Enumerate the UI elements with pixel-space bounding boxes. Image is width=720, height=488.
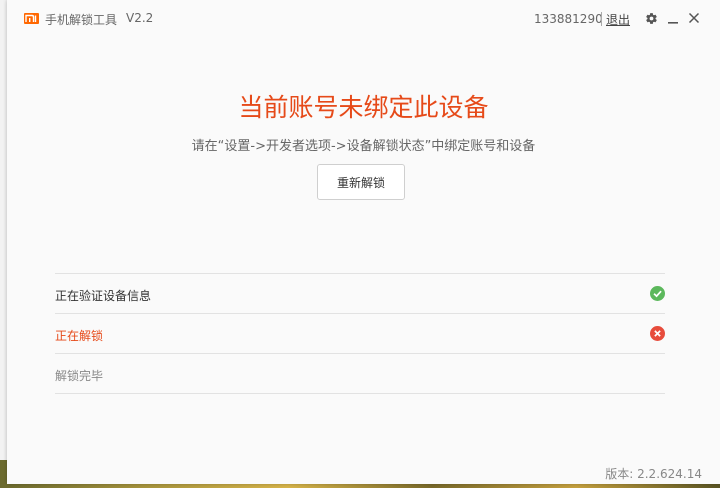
account-id: 133881290 [534, 12, 603, 26]
close-icon[interactable] [688, 12, 700, 24]
step-label: 解锁完毕 [55, 369, 104, 383]
bind-instruction-text: 请在“设置->开发者选项->设备解锁状态”中绑定账号和设备 [191, 139, 536, 154]
step-row-verify: 正在验证设备信息 [55, 274, 665, 314]
check-circle-icon [650, 286, 665, 301]
step-row-complete: 解锁完毕 [55, 354, 665, 394]
minimize-icon[interactable] [667, 12, 679, 25]
unlock-steps-list: 正在验证设备信息 正在解锁 解锁完毕 [55, 273, 665, 394]
logout-link[interactable]: 退出 [606, 11, 630, 28]
title-divider [601, 12, 602, 26]
mi-logo [24, 13, 39, 24]
error-circle-icon [650, 326, 665, 341]
app-title: 手机解锁工具 [45, 13, 118, 27]
title-bar[interactable]: 手机解锁工具 V2.2 133881290 退出 [7, 0, 720, 38]
retry-unlock-button[interactable]: 重新解锁 [317, 164, 405, 200]
app-version: V2.2 [126, 11, 154, 25]
step-row-unlocking: 正在解锁 [55, 314, 665, 354]
version-label: 版本: 2.2.624.14 [605, 467, 702, 481]
unlock-tool-window: 手机解锁工具 V2.2 133881290 退出 当前账号未绑定此设备 请在“设… [7, 0, 720, 484]
unbound-device-headline: 当前账号未绑定此设备 [238, 93, 489, 122]
step-label: 正在解锁 [55, 329, 104, 343]
gear-icon[interactable] [645, 12, 658, 25]
step-label: 正在验证设备信息 [55, 289, 152, 303]
desktop-background-left [0, 0, 7, 488]
